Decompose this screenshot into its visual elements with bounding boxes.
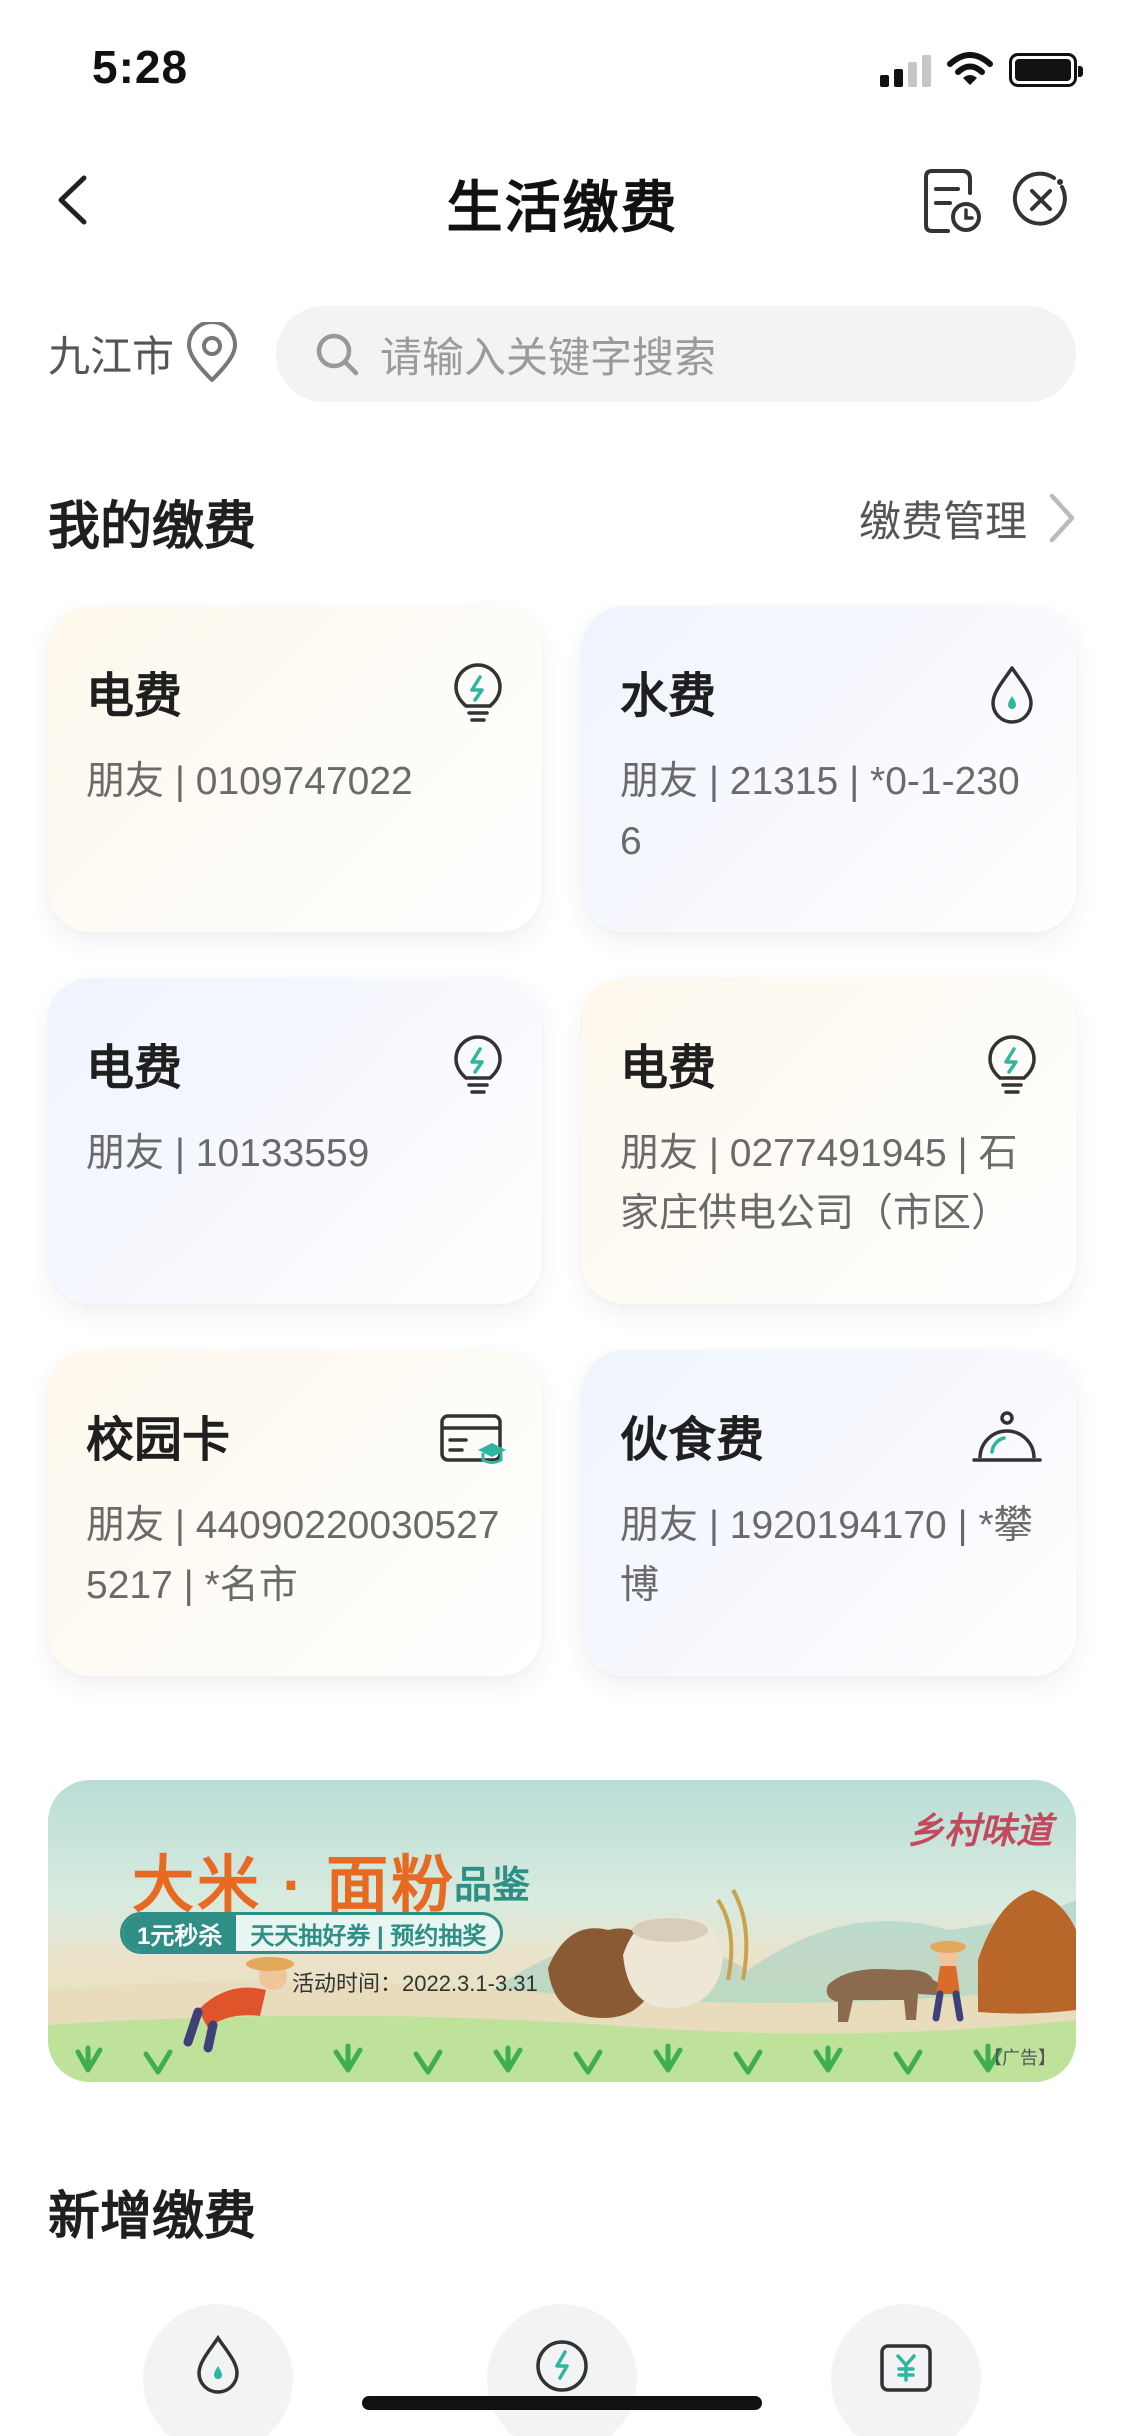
payment-card-electricity-1[interactable]: 电费 朋友 | 0109747022 bbox=[48, 606, 542, 932]
card-detail: 朋友 | 0109747022 bbox=[86, 760, 413, 803]
add-water-button[interactable] bbox=[143, 2304, 293, 2436]
add-payment-card-button[interactable] bbox=[831, 2304, 981, 2436]
card-title: 电费 bbox=[620, 1042, 717, 1095]
payment-card-electricity-3[interactable]: 电费 朋友 | 0277491945 | 石家庄供电公司（市区） bbox=[582, 978, 1076, 1304]
card-detail: 朋友 | 0277491945 | 石家庄供电公司（市区） bbox=[620, 1132, 1018, 1235]
cellular-signal-icon bbox=[880, 53, 931, 87]
status-bar: 5:28 bbox=[0, 0, 1125, 135]
electricity-icon bbox=[536, 2340, 588, 2392]
water-drop-icon bbox=[197, 2334, 239, 2394]
banner-title: 大米 · 面粉 bbox=[132, 1851, 457, 1920]
promo-banner[interactable]: 大米 · 面粉 品鉴 1元秒杀 天天抽好券 | 预约抽奖 活动时间：2022.3… bbox=[48, 1780, 1076, 2082]
my-payments-title: 我的缴费 bbox=[48, 498, 257, 556]
lightbulb-icon bbox=[988, 1035, 1036, 1094]
chevron-right-icon bbox=[1049, 493, 1075, 543]
search-input[interactable]: 请输入关键字搜索 bbox=[276, 306, 1076, 402]
water-drop-icon bbox=[991, 666, 1033, 724]
banner-promo-pill: 1元秒杀 天天抽好券 | 预约抽奖 bbox=[120, 1912, 504, 1954]
lightbulb-icon bbox=[454, 1035, 502, 1094]
search-icon bbox=[316, 333, 359, 376]
lightbulb-icon bbox=[454, 663, 502, 722]
payment-card-icon bbox=[880, 2344, 932, 2392]
banner-tag: 1元秒杀 bbox=[123, 1915, 237, 1951]
payment-card-water[interactable]: 水费 朋友 | 21315 | *0-1-2306 bbox=[582, 606, 1076, 932]
card-title: 水费 bbox=[620, 670, 717, 723]
payment-card-meal[interactable]: 伙食费 朋友 | 1920194170 | *攀博 bbox=[582, 1350, 1076, 1676]
card-title: 电费 bbox=[86, 670, 183, 723]
status-icons bbox=[880, 50, 1083, 90]
search-placeholder: 请输入关键字搜索 bbox=[380, 333, 717, 381]
ad-label: 【广告】 bbox=[984, 2048, 1056, 2068]
payment-management-link[interactable]: 缴费管理 bbox=[859, 488, 1077, 548]
location-selector[interactable]: 九江市 bbox=[48, 318, 240, 388]
location-pin-icon bbox=[187, 322, 238, 382]
wifi-icon bbox=[947, 52, 993, 85]
card-detail: 朋友 | 1920194170 | *攀博 bbox=[620, 1504, 1033, 1607]
payment-management-label: 缴费管理 bbox=[858, 497, 1027, 545]
payment-card-electricity-2[interactable]: 电费 朋友 | 10133559 bbox=[48, 978, 542, 1304]
status-time: 5:28 bbox=[92, 41, 189, 93]
payment-card-campus[interactable]: 校园卡 朋友 | 440902200305275217 | *名市 bbox=[48, 1350, 542, 1676]
campus-card-icon bbox=[440, 1414, 506, 1464]
banner-promo-text: 天天抽好券 | 预约抽奖 bbox=[250, 1922, 487, 1950]
nav-bar: 生活缴费 bbox=[0, 135, 1125, 265]
battery-icon bbox=[1009, 53, 1083, 87]
card-detail: 朋友 | 10133559 bbox=[86, 1132, 370, 1175]
banner-title-suffix: 品鉴 bbox=[454, 1865, 531, 1907]
payment-record-icon[interactable] bbox=[918, 163, 984, 235]
add-payment-title: 新增缴费 bbox=[48, 2188, 257, 2246]
close-miniapp-icon[interactable] bbox=[1010, 169, 1072, 231]
card-detail: 朋友 | 440902200305275217 | *名市 bbox=[86, 1504, 500, 1607]
banner-date: 活动时间：2022.3.1-3.31 bbox=[292, 1971, 538, 1996]
card-title: 电费 bbox=[86, 1042, 183, 1095]
city-name: 九江市 bbox=[48, 332, 175, 380]
card-detail: 朋友 | 21315 | *0-1-2306 bbox=[620, 760, 1020, 863]
add-electricity-button[interactable] bbox=[487, 2304, 637, 2436]
meal-cloche-icon bbox=[972, 1411, 1042, 1462]
banner-brand-logo: 乡村味道 bbox=[907, 1810, 1052, 1851]
home-indicator bbox=[362, 2396, 762, 2410]
